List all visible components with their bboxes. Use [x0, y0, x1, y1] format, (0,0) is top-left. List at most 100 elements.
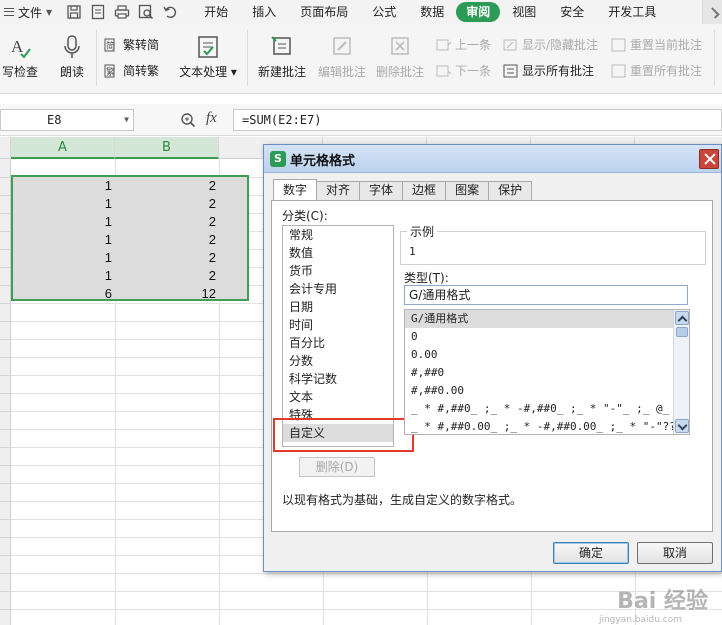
new-comment-icon — [271, 36, 291, 55]
fx-icon[interactable]: fx — [206, 110, 217, 127]
cell-b5[interactable]: 2 — [115, 231, 216, 249]
scroll-down-icon[interactable] — [675, 419, 689, 433]
tab-developer[interactable]: 开发工具 — [596, 2, 668, 22]
type-option[interactable]: G/通用格式 — [405, 310, 673, 328]
cell-b4[interactable]: 2 — [115, 213, 216, 231]
category-item-accounting[interactable]: 会计专用 — [283, 280, 393, 298]
scroll-up-icon[interactable] — [675, 311, 689, 325]
reset-all-comments-button[interactable]: 重置所有批注 — [611, 62, 702, 79]
cell-b6[interactable]: 2 — [115, 249, 216, 267]
example-value: 1 — [409, 245, 416, 258]
category-item-currency[interactable]: 货币 — [283, 262, 393, 280]
category-item-percentage[interactable]: 百分比 — [283, 334, 393, 352]
category-item-time[interactable]: 时间 — [283, 316, 393, 334]
delete-format-button[interactable]: 删除(D) — [299, 457, 375, 477]
cell-b8[interactable]: 12 — [115, 285, 216, 303]
tab-home[interactable]: 开始 — [192, 2, 240, 22]
chevron-down-icon[interactable]: ▼ — [124, 110, 129, 130]
category-item-number[interactable]: 数值 — [283, 244, 393, 262]
tab-security[interactable]: 安全 — [548, 2, 596, 22]
read-aloud-button[interactable]: 朗读 — [52, 34, 92, 80]
name-box[interactable]: E8 ▼ — [0, 109, 134, 131]
next-comment-button[interactable]: 下一条 — [436, 62, 491, 79]
cell-a8[interactable]: 6 — [11, 285, 112, 303]
row-header-line — [0, 573, 11, 574]
tab-number[interactable]: 数字 — [273, 179, 318, 200]
tab-font[interactable]: 字体 — [359, 181, 404, 200]
tab-alignment[interactable]: 对齐 — [316, 181, 361, 200]
cell-a5[interactable]: 1 — [11, 231, 112, 249]
row-header-line — [0, 357, 11, 358]
cell-b2[interactable]: 2 — [115, 177, 216, 195]
cancel-button[interactable]: 取消 — [637, 542, 713, 564]
column-header-b[interactable]: B — [115, 137, 219, 159]
row-header-line — [0, 465, 11, 466]
category-item-text[interactable]: 文本 — [283, 388, 393, 406]
category-list[interactable]: 常规 数值 货币 会计专用 日期 时间 百分比 分数 科学记数 文本 特殊 自定… — [282, 225, 394, 447]
tab-formulas[interactable]: 公式 — [360, 2, 408, 22]
save-icon[interactable] — [66, 4, 82, 20]
type-option[interactable]: #,##0.00 — [405, 382, 673, 400]
tab-pattern[interactable]: 图案 — [445, 181, 490, 200]
cell-b7[interactable]: 2 — [115, 267, 216, 285]
tabs-scroll-right-button[interactable] — [702, 0, 722, 24]
show-all-comments-button[interactable]: 显示所有批注 — [503, 62, 594, 79]
row-header-line — [0, 483, 11, 484]
svg-text:繁: 繁 — [106, 66, 115, 78]
tab-page-layout[interactable]: 页面布局 — [288, 2, 360, 22]
trad-to-simp-button[interactable]: 简 繁转简 — [104, 36, 159, 53]
cell-a4[interactable]: 1 — [11, 213, 112, 231]
category-item-general[interactable]: 常规 — [283, 226, 393, 244]
undo-icon[interactable] — [162, 4, 178, 20]
select-all-corner[interactable] — [0, 137, 11, 159]
row-header-line — [0, 177, 11, 178]
scroll-thumb[interactable] — [676, 327, 688, 337]
simp-to-trad-button[interactable]: 繁 简转繁 — [104, 62, 159, 79]
type-option[interactable]: #,##0 — [405, 364, 673, 382]
edit-comment-button[interactable]: 编辑批注 — [314, 34, 370, 80]
cell-a2[interactable]: 1 — [11, 177, 112, 195]
dialog-title-bar[interactable]: S 单元格格式 — [264, 145, 721, 173]
export-icon[interactable] — [90, 4, 106, 20]
cell-a3[interactable]: 1 — [11, 195, 112, 213]
tab-protection[interactable]: 保护 — [488, 181, 533, 200]
show-hide-comment-button[interactable]: 显示/隐藏批注 — [503, 36, 598, 53]
type-list[interactable]: G/通用格式 0 0.00 #,##0 #,##0.00 _ * #,##0_ … — [404, 309, 690, 435]
tab-insert[interactable]: 插入 — [240, 2, 288, 22]
tab-data[interactable]: 数据 — [408, 2, 456, 22]
type-option[interactable]: 0 — [405, 328, 673, 346]
zoom-search-icon[interactable] — [180, 112, 196, 131]
close-icon[interactable] — [699, 149, 719, 169]
cell-b3[interactable]: 2 — [115, 195, 216, 213]
spell-check-button[interactable]: A 写检查 — [0, 34, 46, 80]
row-header-bar[interactable] — [0, 159, 11, 625]
category-item-date[interactable]: 日期 — [283, 298, 393, 316]
file-menu[interactable]: 文件 ▼ — [0, 0, 52, 24]
print-icon[interactable] — [114, 4, 130, 20]
type-option[interactable]: _ * #,##0.00_ ;_ * -#,##0.00_ ;_ * "-"??… — [405, 418, 673, 434]
reset-current-comment-button[interactable]: 重置当前批注 — [611, 36, 702, 53]
read-aloud-label: 朗读 — [59, 65, 84, 79]
ok-button[interactable]: 确定 — [553, 542, 629, 564]
new-comment-button[interactable]: 新建批注 — [254, 34, 310, 80]
cell-a6[interactable]: 1 — [11, 249, 112, 267]
text-processing-button[interactable]: 文本处理 ▾ — [176, 34, 240, 80]
column-header-a[interactable]: A — [11, 137, 115, 159]
tab-review[interactable]: 审阅 — [456, 2, 501, 22]
type-input[interactable]: G/通用格式 — [404, 285, 688, 305]
prev-comment-button[interactable]: 上一条 — [436, 36, 491, 53]
print-preview-icon[interactable] — [138, 4, 154, 20]
tab-view[interactable]: 视图 — [500, 2, 548, 22]
delete-comment-button[interactable]: 删除批注 — [372, 34, 428, 80]
row-header-line — [0, 501, 11, 502]
tab-border[interactable]: 边框 — [402, 181, 447, 200]
type-option[interactable]: 0.00 — [405, 346, 673, 364]
cell-a7[interactable]: 1 — [11, 267, 112, 285]
type-option[interactable]: _ * #,##0_ ;_ * -#,##0_ ;_ * "-"_ ;_ @_ — [405, 400, 673, 418]
trad-to-simp-icon: 简 — [104, 38, 120, 52]
category-item-scientific[interactable]: 科学记数 — [283, 370, 393, 388]
category-item-fraction[interactable]: 分数 — [283, 352, 393, 370]
row-header-line — [0, 285, 11, 286]
formula-input[interactable]: =SUM(E2:E7) — [233, 109, 722, 131]
type-list-scrollbar[interactable] — [673, 310, 689, 434]
